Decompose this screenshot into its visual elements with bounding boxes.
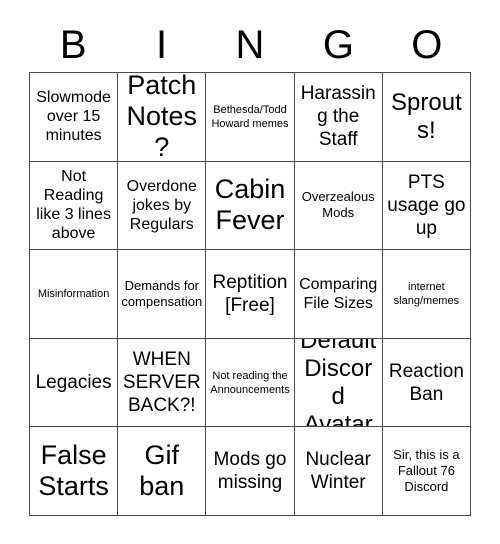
bingo-card: B I N G O Slowmode over 15 minutes Patch…	[0, 0, 500, 544]
bingo-cell[interactable]: internet slang/memes	[382, 250, 471, 339]
bingo-cell-label: Sprouts!	[391, 88, 462, 144]
bingo-cell[interactable]: Mods go missing	[206, 427, 295, 516]
bingo-cell-label: Harassing the Staff	[300, 83, 376, 151]
bingo-cell[interactable]: Misinformation	[30, 250, 119, 339]
bingo-cell[interactable]: Overdone jokes by Regulars	[118, 161, 207, 251]
bingo-cell[interactable]: Comparing File Sizes	[294, 250, 383, 339]
bingo-cell-label: Slowmode over 15 minutes	[36, 89, 111, 145]
bingo-header-row: B I N G O	[29, 18, 471, 72]
bingo-cell[interactable]: Reaction Ban	[382, 338, 471, 428]
bingo-cell[interactable]: Slowmode over 15 minutes	[30, 73, 119, 162]
bingo-cell-label: Demands for compensation	[121, 277, 203, 309]
bingo-cell-label: Default Discord Avatar	[300, 338, 377, 428]
bingo-header-letter-g: G	[322, 23, 354, 67]
bingo-cell-label: Patch Notes?	[126, 73, 198, 162]
bingo-cell-label: Comparing File Sizes	[299, 275, 378, 312]
bingo-cell-label: Cabin Fever	[214, 174, 286, 236]
bingo-cell[interactable]: PTS usage go up	[382, 161, 471, 251]
bingo-header-letter-o: O	[411, 23, 443, 67]
bingo-header-letter-n: N	[235, 23, 265, 67]
bingo-cell-label: Bethesda/Todd Howard memes	[211, 103, 289, 130]
bingo-cell[interactable]: Not Reading like 3 lines above	[30, 161, 119, 251]
bingo-cell-label: Not reading the Announcements	[210, 369, 290, 396]
bingo-header-letter-b: B	[59, 23, 87, 67]
bingo-cell-label: internet slang/memes	[393, 280, 460, 307]
bingo-cell[interactable]: Overzealous Mods	[294, 161, 383, 251]
bingo-cell[interactable]: Legacies	[30, 338, 119, 428]
bingo-cell-label: Overdone jokes by Regulars	[126, 177, 197, 233]
bingo-cell[interactable]: Harassing the Staff	[294, 73, 383, 162]
bingo-cell-label: Gif ban	[139, 440, 185, 502]
bingo-cell[interactable]: WHEN SERVER BACK?!	[118, 338, 207, 428]
bingo-cell-label: Mods go missing	[213, 449, 287, 494]
bingo-cell[interactable]: Sprouts!	[382, 73, 471, 162]
bingo-cell[interactable]: Bethesda/Todd Howard memes	[206, 73, 295, 162]
bingo-cell-label: Legacies	[35, 372, 112, 394]
bingo-cell-label: PTS usage go up	[387, 171, 466, 239]
bingo-cell[interactable]: False Starts	[30, 427, 119, 516]
bingo-cell[interactable]: Sir, this is a Fallout 76 Discord	[382, 427, 471, 516]
bingo-cell-label: WHEN SERVER BACK?!	[122, 349, 201, 417]
bingo-cell[interactable]: Gif ban	[118, 427, 207, 516]
bingo-cell[interactable]: Reptition [Free]	[206, 250, 295, 339]
bingo-cell-label: Nuclear Winter	[305, 449, 371, 494]
bingo-header-letter-i: I	[156, 23, 168, 67]
bingo-cell[interactable]: Cabin Fever	[206, 161, 295, 251]
bingo-cell[interactable]: Patch Notes?	[118, 73, 207, 162]
bingo-grid: Slowmode over 15 minutes Patch Notes? Be…	[29, 72, 471, 516]
bingo-cell[interactable]: Default Discord Avatar	[294, 338, 383, 428]
bingo-cell-label: False Starts	[38, 440, 109, 502]
bingo-cell-label: Sir, this is a Fallout 76 Discord	[393, 447, 460, 495]
bingo-cell[interactable]: Nuclear Winter	[294, 427, 383, 516]
bingo-cell-label: Reptition [Free]	[212, 271, 288, 316]
bingo-cell[interactable]: Demands for compensation	[118, 250, 207, 339]
bingo-cell-label: Overzealous Mods	[301, 189, 375, 221]
bingo-cell-label: Reaction Ban	[388, 360, 464, 405]
bingo-cell-label: Misinformation	[37, 287, 110, 300]
bingo-cell[interactable]: Not reading the Announcements	[206, 338, 295, 428]
bingo-cell-label: Not Reading like 3 lines above	[36, 168, 111, 243]
